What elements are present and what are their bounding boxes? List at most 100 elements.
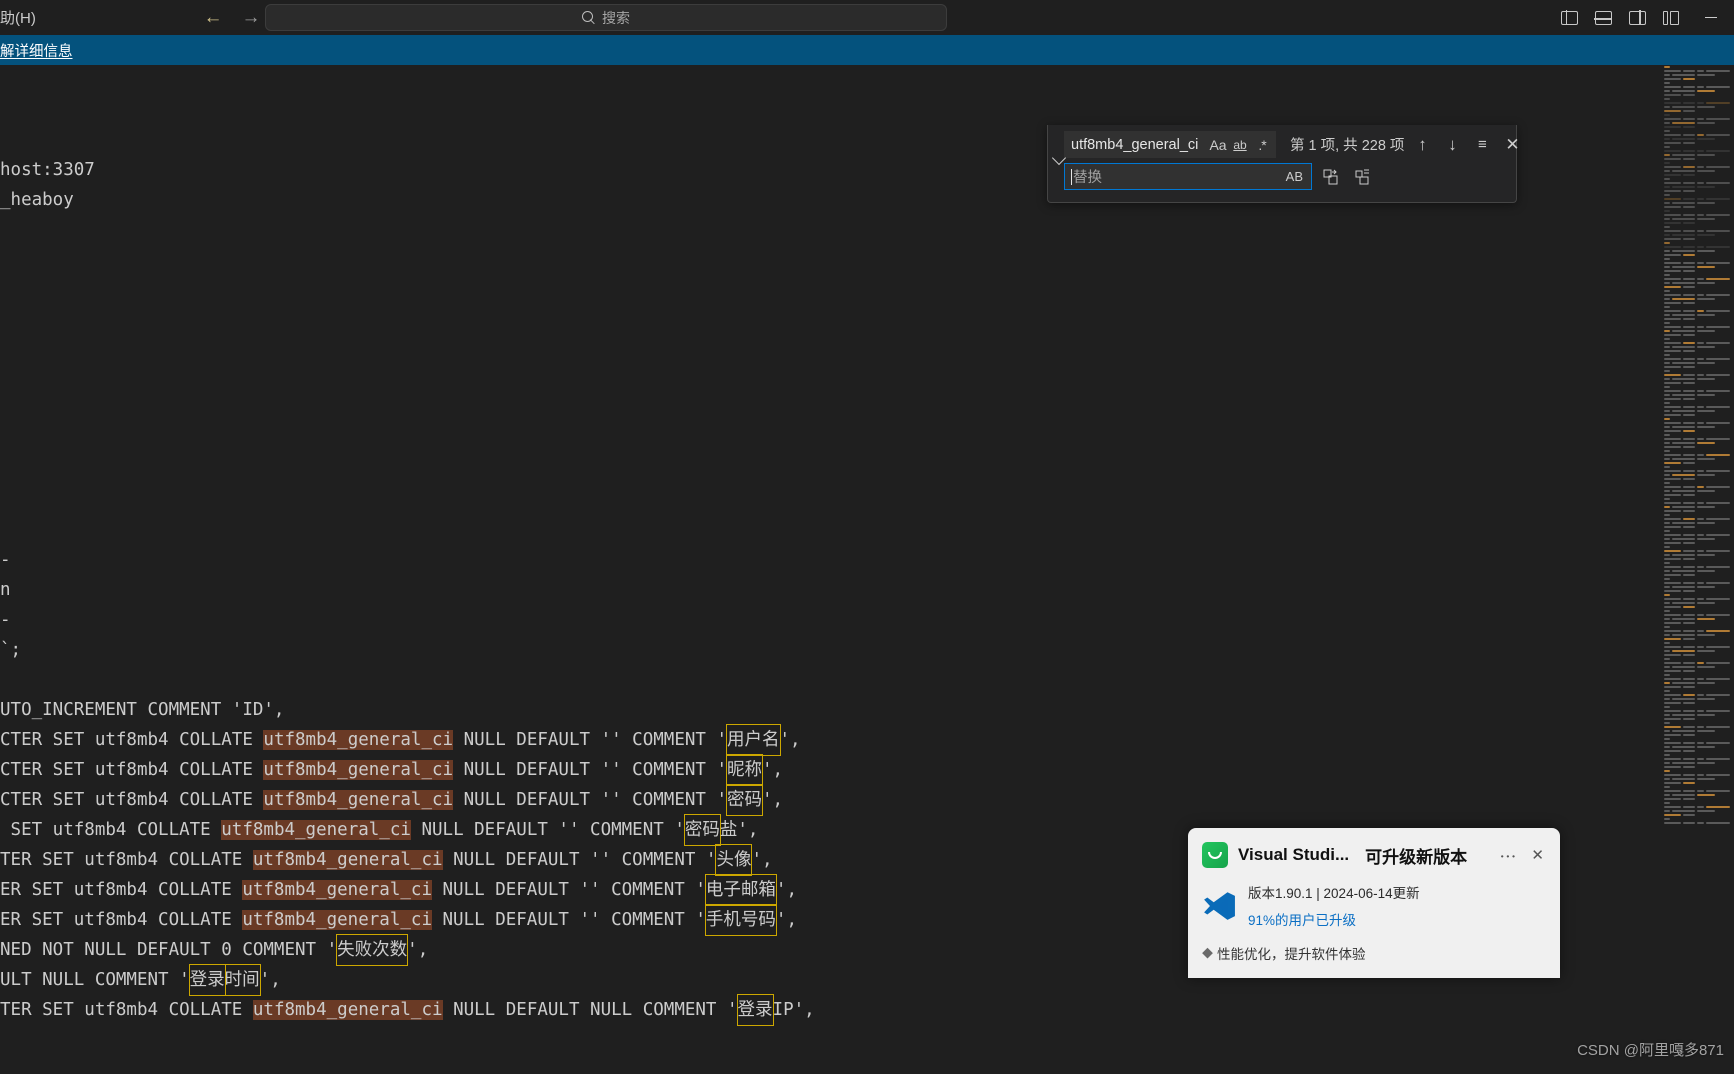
visual-studio-code-icon <box>1202 889 1236 923</box>
replace-all-icon[interactable] <box>1350 165 1376 189</box>
regex-icon[interactable]: .* <box>1251 134 1273 156</box>
minimap-token <box>1664 241 1670 245</box>
code-line[interactable] <box>0 245 1530 275</box>
code-line[interactable] <box>0 95 1530 125</box>
minimap-token <box>1664 65 1670 69</box>
minimap-token <box>1706 229 1730 233</box>
minimap-token <box>1672 601 1695 605</box>
minimap-token <box>1706 741 1730 745</box>
close-icon[interactable]: ✕ <box>1531 846 1544 864</box>
minimap-token <box>1664 529 1670 533</box>
search-input[interactable]: 搜索 <box>265 4 947 31</box>
minimap-token <box>1697 149 1704 153</box>
minimap-token <box>1664 649 1670 653</box>
unicode-highlight: 电子邮箱 <box>704 874 777 906</box>
minimap-token <box>1664 277 1681 281</box>
minimap-token <box>1664 793 1670 797</box>
code-line[interactable]: UTO_INCREMENT COMMENT 'ID', <box>0 695 1530 725</box>
previous-match-icon[interactable]: ↑ <box>1410 133 1434 157</box>
code-line[interactable] <box>0 215 1530 245</box>
search-match: utf8mb4_general_ci <box>252 1000 443 1020</box>
toggle-panel-button[interactable] <box>1586 3 1620 33</box>
code-line[interactable]: - <box>0 605 1530 635</box>
code-line[interactable]: n <box>0 575 1530 605</box>
toggle-secondary-sidebar-button[interactable] <box>1620 3 1654 33</box>
minimap-token <box>1664 561 1670 565</box>
toggle-replace-button[interactable] <box>1051 131 1067 196</box>
minimap-token <box>1697 537 1715 541</box>
code-line[interactable] <box>0 455 1530 485</box>
minimap-token <box>1683 621 1695 625</box>
replace-input[interactable]: 替换 AB <box>1064 163 1312 190</box>
minimap-token <box>1697 181 1704 185</box>
menu-bar-help[interactable]: 助(H) <box>0 7 36 28</box>
minimap-row <box>1660 245 1734 249</box>
code-line[interactable] <box>0 65 1530 95</box>
minimap-token <box>1697 185 1715 189</box>
code-line[interactable]: CTER SET utf8mb4 COLLATE utf8mb4_general… <box>0 784 1530 816</box>
minimap-token <box>1664 325 1681 329</box>
code-line[interactable] <box>0 425 1530 455</box>
minimap-token <box>1697 745 1715 749</box>
minimap-token <box>1664 173 1681 177</box>
code-line[interactable] <box>0 275 1530 305</box>
minimap-token <box>1706 133 1730 137</box>
match-case-icon[interactable]: Aa <box>1207 134 1229 156</box>
code-line[interactable] <box>0 665 1530 695</box>
minimap-token <box>1664 357 1681 361</box>
forward-icon[interactable]: → <box>236 5 266 31</box>
minimize-button[interactable] <box>1688 0 1734 35</box>
code-line[interactable]: TER SET utf8mb4 COLLATE utf8mb4_general_… <box>0 994 1530 1026</box>
code-line[interactable] <box>0 365 1530 395</box>
minimap-token <box>1697 789 1704 793</box>
minimap-token <box>1683 197 1695 201</box>
code-line[interactable] <box>0 335 1530 365</box>
minimap-token <box>1706 85 1730 89</box>
minimap-token <box>1697 517 1704 521</box>
minimap-token <box>1697 553 1715 557</box>
minimap-token <box>1664 465 1670 469</box>
find-in-selection-icon[interactable]: ≡ <box>1470 133 1494 157</box>
toast-bullet-text: 性能优化，提升软件体验 <box>1217 947 1366 962</box>
back-icon[interactable]: ← <box>198 5 228 31</box>
update-notification-toast[interactable]: Visual Studi... 可升级新版本 ⋯ ✕ 版本1.90.1 | 20… <box>1188 828 1560 978</box>
minimap-token <box>1664 397 1681 401</box>
minimap-token <box>1672 521 1695 525</box>
banner-details-link[interactable]: 解详细信息 <box>0 40 73 61</box>
minimap-token <box>1664 573 1681 577</box>
code-line[interactable]: CTER SET utf8mb4 COLLATE utf8mb4_general… <box>0 754 1530 786</box>
diamond-bullet-icon: ◆ <box>1202 948 1213 960</box>
replace-icon[interactable] <box>1318 165 1344 189</box>
minimap-token <box>1683 693 1695 697</box>
minimap-token <box>1664 129 1670 133</box>
minimap-token <box>1664 345 1670 349</box>
find-replace-widget[interactable]: utf8mb4_general_ci Aa ab .* 第 1 项, 共 228… <box>1047 125 1520 203</box>
code-line[interactable]: - <box>0 545 1530 575</box>
code-line[interactable] <box>0 515 1530 545</box>
minimap-token <box>1683 381 1695 385</box>
code-line[interactable] <box>0 395 1530 425</box>
minimap-token <box>1664 705 1670 709</box>
preserve-case-icon[interactable]: AB <box>1282 169 1307 184</box>
whole-word-icon[interactable]: ab <box>1229 134 1251 156</box>
code-line[interactable] <box>0 305 1530 335</box>
customize-layout-button[interactable] <box>1654 3 1688 33</box>
toggle-primary-sidebar-button[interactable] <box>1552 3 1586 33</box>
code-line[interactable] <box>0 485 1530 515</box>
more-horizontal-icon[interactable]: ⋯ <box>1499 843 1521 868</box>
code-line[interactable]: `; <box>0 635 1530 665</box>
minimap-token <box>1706 661 1730 665</box>
next-match-icon[interactable]: ↓ <box>1440 133 1464 157</box>
find-input[interactable]: utf8mb4_general_ci Aa ab .* <box>1064 131 1276 158</box>
minimap-token <box>1683 133 1695 137</box>
minimap-token <box>1664 117 1681 121</box>
minimap-token <box>1664 201 1670 205</box>
minimap-token <box>1664 377 1670 381</box>
close-icon[interactable]: ✕ <box>1500 133 1524 157</box>
minimap-token <box>1664 741 1681 745</box>
minimap-token <box>1672 505 1695 509</box>
minimap[interactable] <box>1660 65 1734 1074</box>
minimap-token <box>1697 345 1715 349</box>
minimap-token <box>1697 421 1704 425</box>
code-line[interactable]: CTER SET utf8mb4 COLLATE utf8mb4_general… <box>0 724 1530 756</box>
